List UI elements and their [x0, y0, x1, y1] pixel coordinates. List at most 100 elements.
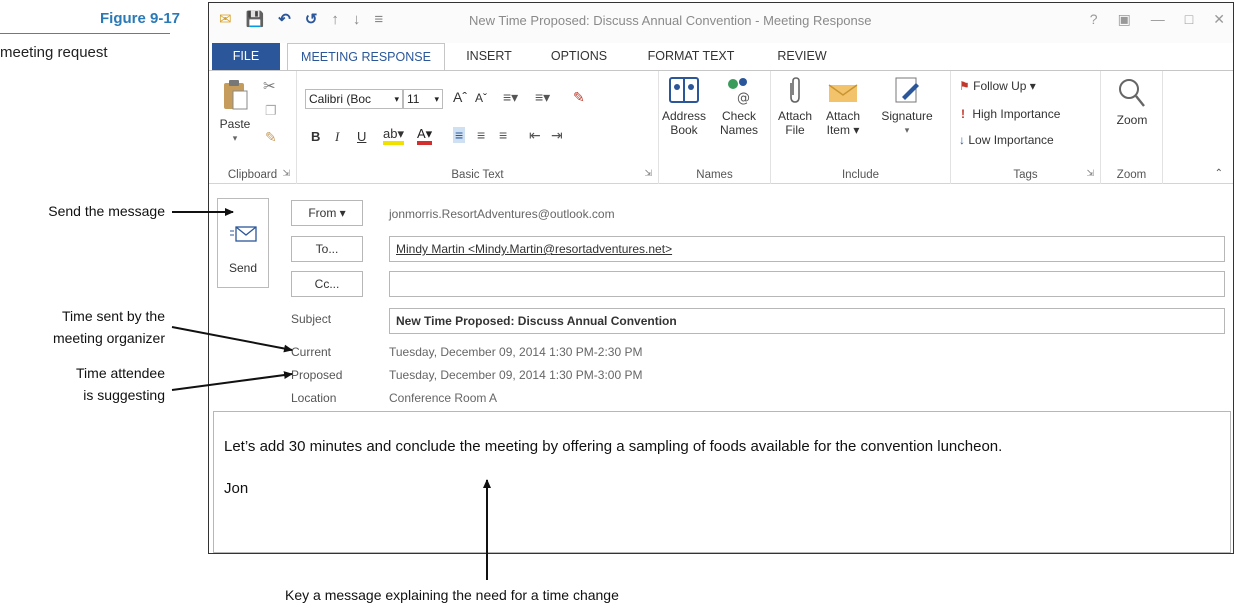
cut-icon[interactable]: ✂: [263, 77, 276, 95]
group-clipboard: Paste ▾ ✂ ❐ ✎ Clipboard ⇲: [209, 71, 297, 184]
callout-send-text: Send the message: [48, 203, 165, 219]
from-button[interactable]: From ▾: [291, 200, 363, 226]
subject-label: Subject: [291, 312, 332, 326]
tab-review[interactable]: REVIEW: [767, 43, 837, 70]
align-right-icon[interactable]: ≡: [499, 127, 507, 143]
signature-label: Signature: [881, 109, 933, 123]
align-center-icon[interactable]: ≡: [477, 127, 485, 143]
tab-meeting-response[interactable]: MEETING RESPONSE: [287, 43, 445, 70]
to-button[interactable]: To...: [291, 236, 363, 262]
clipboard-label: Clipboard: [227, 169, 278, 181]
tab-insert[interactable]: INSERT: [457, 43, 521, 70]
font-name-select[interactable]: Calibri (Boc ▾: [305, 89, 403, 109]
current-time-value: Tuesday, December 09, 2014 1:30 PM-2:30 …: [389, 345, 643, 359]
check-names-button[interactable]: @ Check Names: [713, 75, 765, 137]
customize-qat-icon[interactable]: ≡: [374, 11, 383, 29]
maximize-icon[interactable]: □: [1185, 11, 1193, 28]
help-icon[interactable]: ?: [1090, 11, 1098, 28]
font-color-icon[interactable]: A▾: [417, 127, 433, 145]
message-body-text: Let’s add 30 minutes and conclude the me…: [224, 438, 1003, 455]
address-book-button[interactable]: Address Book: [659, 75, 709, 137]
paste-icon: [224, 80, 248, 110]
paste-button[interactable]: Paste ▾: [215, 77, 255, 145]
arrow-down-blue-icon: ↓: [959, 133, 965, 147]
format-painter-icon[interactable]: ✎: [265, 129, 277, 146]
high-importance-button[interactable]: ! High Importance: [961, 107, 1060, 121]
figure-subtitle: meeting request: [0, 44, 108, 61]
clear-formatting-icon[interactable]: ✎: [573, 89, 585, 106]
check-names-label-1: Check: [721, 109, 756, 123]
attach-file-button[interactable]: Attach File: [775, 75, 815, 137]
window-title: New Time Proposed: Discuss Annual Conven…: [469, 13, 872, 28]
tab-options[interactable]: OPTIONS: [539, 43, 619, 70]
figure-number: Figure 9-17: [100, 10, 181, 27]
arrow-up-icon[interactable]: ↑: [331, 11, 339, 29]
highlight-icon[interactable]: ab▾: [383, 127, 404, 145]
minimize-icon[interactable]: —: [1151, 11, 1165, 28]
undo-icon[interactable]: ↶: [278, 11, 291, 29]
tags-group-label: Tags: [951, 169, 1100, 181]
title-bar: ✉ 💾 ↶ ↺ ↑ ↓ ≡ New Time Proposed: Discuss…: [209, 3, 1233, 43]
cc-field[interactable]: [389, 271, 1225, 297]
check-names-label-2: Names: [719, 123, 758, 137]
font-name-value: Calibri (Boc: [309, 92, 372, 106]
attach-item-label-1: Attach: [825, 109, 861, 123]
basic-text-launcher-icon[interactable]: ⇲: [644, 168, 652, 179]
message-body[interactable]: Let’s add 30 minutes and conclude the me…: [213, 411, 1231, 553]
grow-font-icon[interactable]: Aˆ: [453, 89, 467, 105]
location-value: Conference Room A: [389, 391, 498, 405]
shrink-font-icon[interactable]: Aˇ: [475, 91, 487, 105]
from-value: jonmorris.ResortAdventures@outlook.com: [389, 207, 615, 221]
names-label: Names: [696, 169, 733, 181]
ribbon-display-icon[interactable]: ▣: [1118, 11, 1131, 28]
clipboard-launcher-icon[interactable]: ⇲: [282, 168, 290, 179]
svg-text:@: @: [737, 91, 750, 105]
mail-icon[interactable]: ✉: [219, 11, 232, 29]
italic-button[interactable]: I: [335, 129, 339, 145]
zoom-group-label: Zoom: [1101, 169, 1162, 181]
collapse-ribbon-icon[interactable]: ⌃: [1215, 168, 1223, 179]
callout-key-message: Key a message explaining the need for a …: [285, 587, 619, 603]
callout-time-sent: Time sent by the meeting organizer: [10, 305, 165, 349]
outlook-window: ✉ 💾 ↶ ↺ ↑ ↓ ≡ New Time Proposed: Discuss…: [208, 2, 1234, 554]
zoom-button[interactable]: Zoom: [1107, 77, 1157, 127]
address-book-icon: [669, 77, 699, 103]
close-icon[interactable]: ✕: [1213, 11, 1225, 28]
message-signature: Jon: [224, 480, 249, 497]
bullets-icon[interactable]: ≡▾: [503, 89, 518, 106]
attach-file-label-1: Attach: [777, 109, 813, 123]
include-group-label: Include: [771, 169, 950, 181]
zoom-group-name: Zoom: [1116, 169, 1147, 181]
low-importance-button[interactable]: ↓ Low Importance: [959, 133, 1054, 147]
ribbon-tabs: FILE MEETING RESPONSE INSERT OPTIONS FOR…: [209, 43, 1233, 70]
tab-format-text[interactable]: FORMAT TEXT: [631, 43, 751, 70]
copy-icon[interactable]: ❐: [265, 103, 277, 119]
align-left-icon[interactable]: ≡: [453, 127, 466, 143]
names-group-label: Names: [659, 169, 770, 181]
numbering-icon[interactable]: ≡▾: [535, 89, 550, 106]
to-field[interactable]: Mindy Martin <Mindy.Martin@resortadventu…: [389, 236, 1225, 262]
follow-up-button[interactable]: ⚑ Follow Up ▾: [959, 79, 1036, 93]
signature-button[interactable]: Signature ▾: [871, 75, 943, 137]
tab-file[interactable]: FILE: [212, 43, 280, 70]
quick-access-toolbar: ✉ 💾 ↶ ↺ ↑ ↓ ≡: [219, 11, 383, 29]
send-button[interactable]: Send: [217, 198, 269, 288]
paste-label: Paste: [219, 117, 251, 131]
arrow-down-icon[interactable]: ↓: [353, 11, 361, 29]
current-label: Current: [291, 345, 332, 359]
save-icon[interactable]: 💾: [246, 11, 265, 29]
paperclip-icon: [790, 77, 800, 103]
redo-icon[interactable]: ↺: [305, 11, 318, 29]
attach-item-button[interactable]: Attach Item ▾: [819, 75, 867, 137]
tags-launcher-icon[interactable]: ⇲: [1086, 168, 1094, 179]
low-importance-label: Low Importance: [968, 133, 1054, 147]
signature-icon: [895, 77, 919, 103]
cc-button[interactable]: Cc...: [291, 271, 363, 297]
decrease-indent-icon[interactable]: ⇤: [529, 127, 541, 144]
font-size-select[interactable]: 11 ▾: [403, 89, 443, 109]
flag-icon: ⚑: [959, 79, 970, 93]
subject-field[interactable]: New Time Proposed: Discuss Annual Conven…: [389, 308, 1225, 334]
increase-indent-icon[interactable]: ⇥: [551, 127, 563, 144]
bold-button[interactable]: B: [311, 129, 320, 144]
underline-button[interactable]: U: [357, 129, 366, 144]
